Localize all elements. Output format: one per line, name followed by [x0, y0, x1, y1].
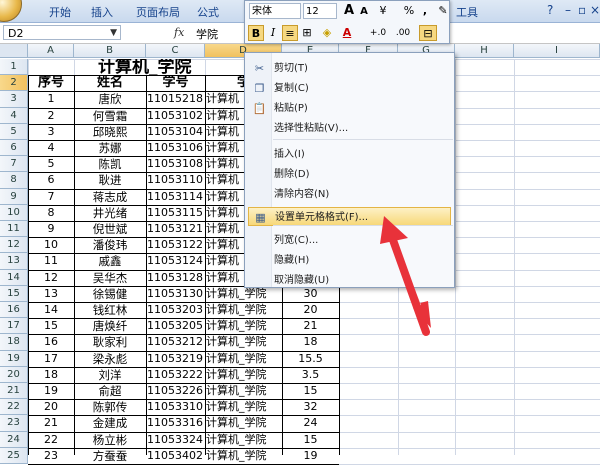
- red-arrow-annotation: [380, 216, 431, 336]
- arrow-shaft: [389, 236, 430, 336]
